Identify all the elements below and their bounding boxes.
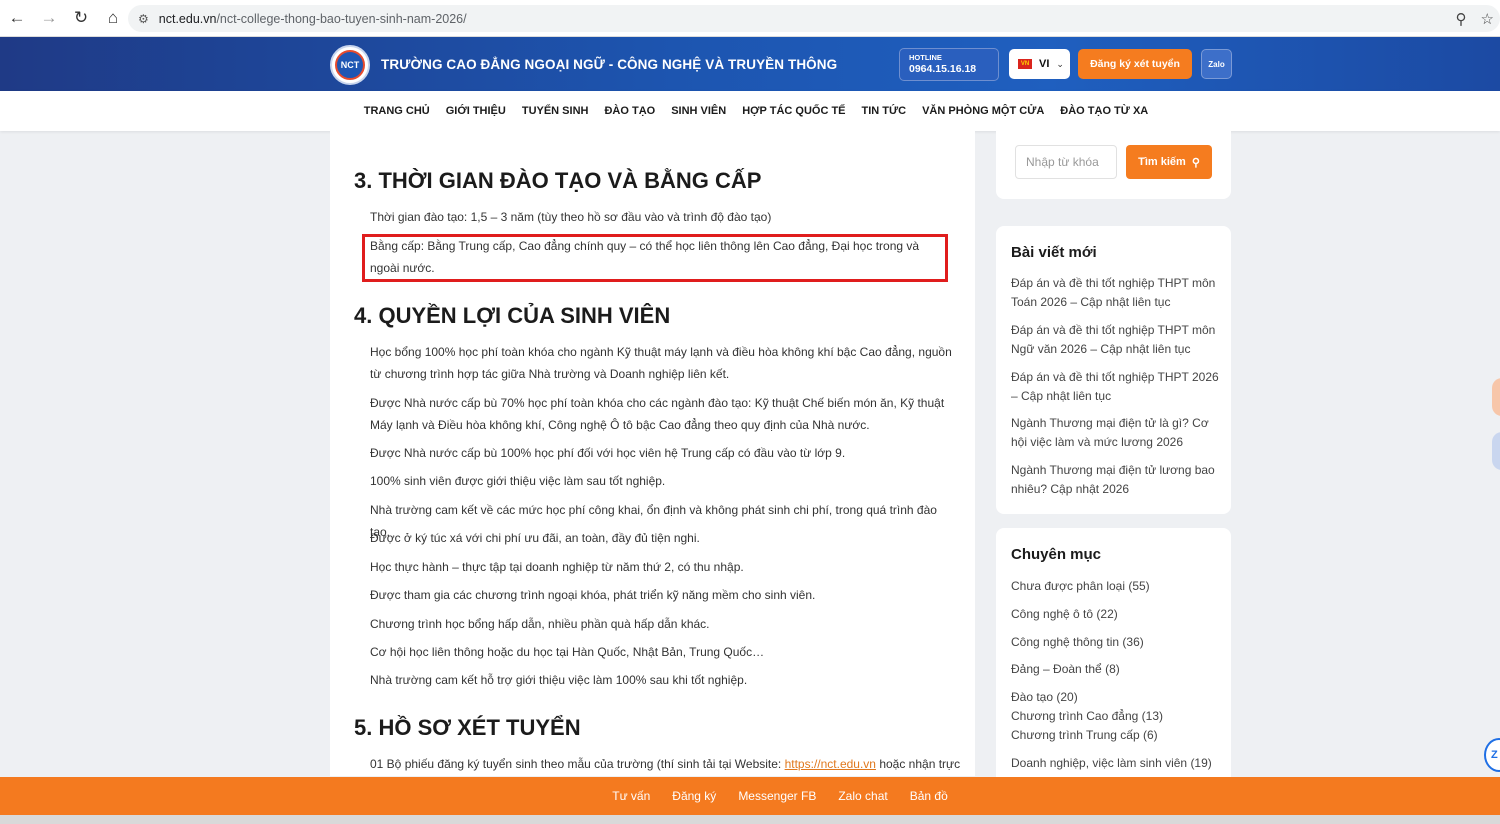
category-link[interactable]: Công nghệ ô tô (22) (1011, 607, 1118, 621)
benefit-item: Cơ hội học liên thông hoặc du học tại Hà… (370, 645, 765, 659)
nav-item-trang-chu[interactable]: TRANG CHỦ (364, 105, 430, 117)
chevron-down-icon: ⌄ (1056, 58, 1064, 69)
category-link[interactable]: Chương trình Trung cấp (6) (1011, 728, 1158, 742)
benefit-item: Nhà trường cam kết hỗ trợ giới thiệu việ… (370, 673, 748, 687)
url-host: nct.edu.vn (158, 11, 217, 26)
recent-post-link[interactable]: Ngành Thương mại điện tử lương bao nhiêu… (1011, 461, 1221, 499)
nav-item-dao-tao[interactable]: ĐÀO TẠO (604, 105, 655, 117)
section-5-title: 5. HỒ SƠ XÉT TUYỂN (354, 715, 581, 740)
category-link[interactable]: Chương trình Cao đẳng (13) (1011, 709, 1163, 723)
article-content: 3. THỜI GIAN ĐÀO TẠO VÀ BẰNG CẤP Thời gi… (330, 131, 975, 776)
search-icon: ⚲ (1191, 156, 1200, 169)
recent-post-link[interactable]: Ngành Thương mại điện tử là gì? Cơ hội v… (1011, 414, 1221, 452)
address-bar[interactable]: ⚙ nct.edu.vn/nct-college-thong-bao-tuyen… (128, 5, 1500, 32)
zalo-chat-icon[interactable]: Z (1484, 738, 1500, 772)
search-widget: Nhập từ khóa Tìm kiếm ⚲ (996, 131, 1231, 199)
benefit-item: Được tham gia các chương trình ngoại khó… (370, 588, 816, 602)
category-link[interactable]: Doanh nghiệp, việc làm sinh viên (19) (1011, 756, 1212, 770)
school-logo[interactable]: NCT (330, 45, 370, 85)
zalo-button[interactable]: Zalo (1201, 49, 1232, 79)
hotline-label: HOTLINE (909, 53, 942, 62)
nav-item-tin-tuc[interactable]: TIN TỨC (862, 105, 907, 117)
bottom-contact-bar: Tư vấn Đăng ký Messenger FB Zalo chat Bả… (0, 777, 1500, 815)
benefit-item: Được ở ký túc xá với chi phí ưu đãi, an … (370, 531, 700, 545)
bottom-item-tu-van[interactable]: Tư vấn (612, 789, 650, 803)
benefit-item: 100% sinh viên được giới thiệu việc làm … (370, 474, 666, 488)
language-selector[interactable]: VN VI ⌄ (1009, 49, 1070, 79)
bottom-item-ban-do[interactable]: Bản đồ (910, 789, 948, 803)
logo-text: NCT (335, 50, 365, 80)
forward-arrow-icon[interactable]: → (34, 3, 64, 33)
nav-item-dao-tao-tu-xa[interactable]: ĐÀO TẠO TỪ XA (1060, 105, 1148, 117)
recent-post-link[interactable]: Đáp án và đề thi tốt nghiệp THPT môn Toá… (1011, 274, 1221, 312)
categories-widget: Chuyên mục Chưa được phân loại (55) Công… (996, 528, 1231, 777)
back-arrow-icon[interactable]: ← (2, 3, 32, 33)
nav-item-hop-tac-quoc-te[interactable]: HỢP TÁC QUỐC TẾ (742, 105, 845, 117)
nav-item-van-phong-mot-cua[interactable]: VĂN PHÒNG MỘT CỬA (922, 105, 1044, 117)
nav-item-tuyen-sinh[interactable]: TUYỂN SINH (522, 105, 589, 117)
recent-posts-widget: Bài viết mới Đáp án và đề thi tốt nghiệp… (996, 226, 1231, 514)
bottom-item-dang-ky[interactable]: Đăng ký (672, 789, 716, 803)
nav-item-gioi-thieu[interactable]: GIỚI THIỆU (446, 105, 506, 117)
website-link[interactable]: https://nct.edu.vn (785, 757, 876, 771)
benefit-item: Học bổng 100% học phí toàn khóa cho ngàn… (370, 345, 952, 381)
category-link[interactable]: Đảng – Đoàn thể (8) (1011, 662, 1120, 676)
hotline-number: 0964.15.16.18 (909, 63, 977, 75)
register-button[interactable]: Đăng ký xét tuyển (1078, 49, 1192, 79)
benefit-item: Được Nhà nước cấp bù 100% học phí đối vớ… (370, 446, 846, 460)
reload-icon[interactable]: ↻ (66, 3, 96, 33)
home-icon[interactable]: ⌂ (98, 3, 128, 33)
recent-post-link[interactable]: Đáp án và đề thi tốt nghiệp THPT môn Ngữ… (1011, 321, 1221, 359)
section-4-title: 4. QUYỀN LỢI CỦA SINH VIÊN (354, 303, 671, 328)
main-nav: TRANG CHỦ GIỚI THIỆU TUYỂN SINH ĐÀO TẠO … (0, 91, 1500, 131)
section-3-duration: Thời gian đào tạo: 1,5 – 3 năm (tùy theo… (370, 210, 772, 224)
search-button[interactable]: Tìm kiếm ⚲ (1126, 145, 1212, 179)
category-link[interactable]: Công nghệ thông tin (36) (1011, 635, 1144, 649)
bookmark-star-icon[interactable]: ☆ (1481, 10, 1494, 28)
categories-title: Chuyên mục (1011, 546, 1102, 563)
floating-contact-button[interactable] (1492, 432, 1500, 470)
section-5-text-after: hoặc nhận trực (875, 757, 961, 771)
browser-toolbar: ← → ↻ ⌂ ⚙ nct.edu.vn/nct-college-thong-b… (0, 0, 1500, 37)
zoom-icon[interactable]: ⚲ (1456, 10, 1467, 28)
benefit-item: Được Nhà nước cấp bù 70% học phí toàn kh… (370, 396, 945, 432)
recent-post-link[interactable]: Đáp án và đề thi tốt nghiệp THPT 2026 – … (1011, 368, 1221, 406)
site-header: NCT TRƯỜNG CAO ĐẲNG NGOẠI NGỮ - CÔNG NGH… (0, 37, 1500, 91)
search-button-label: Tìm kiếm (1138, 156, 1186, 168)
nav-item-sinh-vien[interactable]: SINH VIÊN (671, 105, 726, 117)
search-input[interactable]: Nhập từ khóa (1015, 145, 1117, 179)
school-name[interactable]: TRƯỜNG CAO ĐẲNG NGOẠI NGỮ - CÔNG NGHỆ VÀ… (381, 57, 837, 72)
page-bottom-strip (0, 815, 1500, 824)
section-3-title: 3. THỜI GIAN ĐÀO TẠO VÀ BẰNG CẤP (354, 168, 762, 193)
url-path: /nct-college-thong-bao-tuyen-sinh-nam-20… (216, 11, 467, 26)
floating-contact-button[interactable] (1492, 378, 1500, 416)
highlight-box (362, 234, 948, 282)
hotline-box[interactable]: HOTLINE 0964.15.16.18 (899, 48, 999, 81)
category-link[interactable]: Chưa được phân loại (55) (1011, 579, 1150, 593)
vietnam-flag-icon: VN (1018, 59, 1032, 69)
bottom-item-zalo-chat[interactable]: Zalo chat (838, 789, 887, 803)
site-settings-icon[interactable]: ⚙ (138, 12, 149, 26)
section-5-text: 01 Bộ phiếu đăng ký tuyển sinh theo mẫu … (370, 757, 785, 771)
benefit-item: Học thực hành – thực tập tại doanh nghiệ… (370, 560, 744, 574)
bottom-item-messenger[interactable]: Messenger FB (738, 789, 816, 803)
benefit-item: Chương trình học bổng hấp dẫn, nhiều phầ… (370, 617, 710, 631)
category-link[interactable]: Đào tạo (20) (1011, 690, 1078, 704)
recent-posts-title: Bài viết mới (1011, 244, 1097, 261)
section-5-paragraph: 01 Bộ phiếu đăng ký tuyển sinh theo mẫu … (370, 753, 960, 775)
language-code: VI (1039, 58, 1050, 70)
